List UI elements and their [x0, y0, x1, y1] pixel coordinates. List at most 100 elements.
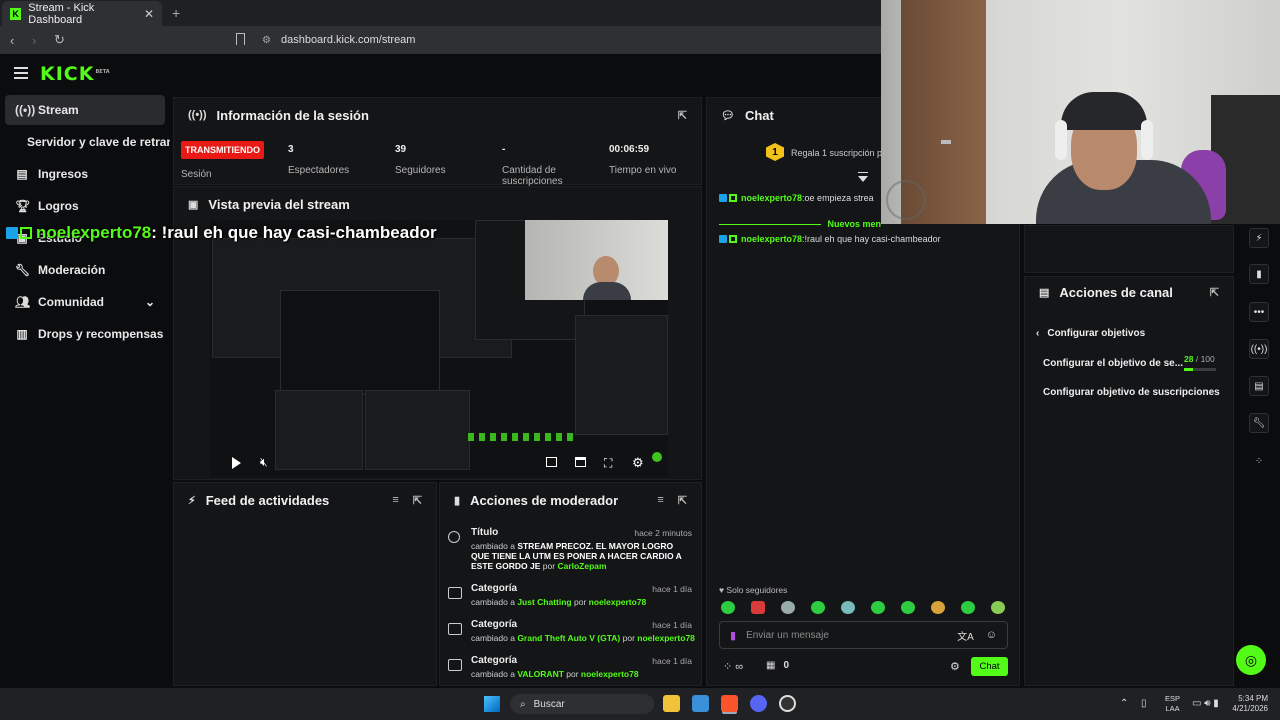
kick-logo[interactable]: KICKBETA: [40, 63, 110, 85]
shield-icon[interactable]: ▮: [1249, 264, 1269, 284]
points-counter[interactable]: ▦ 0: [766, 660, 789, 671]
preview-mini-feed: [275, 390, 363, 470]
chevron-down-icon[interactable]: [858, 176, 868, 182]
wrench-icon[interactable]: 🔧︎: [1249, 413, 1269, 433]
kick-favicon: K: [10, 7, 22, 20]
bookmark-icon[interactable]: [236, 33, 245, 45]
emote-icon[interactable]: [961, 601, 975, 614]
emote-icon[interactable]: [901, 601, 915, 614]
activity-feed-panel: ⚡︎ Feed de actividades ≡ ⇱: [173, 482, 437, 686]
badge-icon: [729, 235, 737, 243]
preview-title: Vista previa del stream: [208, 196, 350, 212]
popout-icon[interactable]: ⇱: [413, 494, 422, 507]
language-indicator[interactable]: ESP LAA: [1165, 694, 1180, 714]
sidebar-item-moderation[interactable]: 🔧︎ Moderación: [5, 255, 165, 285]
tab-close-icon[interactable]: ✕: [144, 7, 154, 21]
sidebar-item-server-key[interactable]: Servidor y clave de retransmi: [5, 127, 170, 157]
popout-icon[interactable]: ⇱: [678, 109, 687, 122]
wrench-icon: 🔧︎: [15, 263, 31, 277]
gift-sub-text[interactable]: Regala 1 suscripción pa: [791, 148, 881, 158]
browser-tab[interactable]: K Stream - Kick Dashboard ✕: [2, 1, 162, 26]
back-icon[interactable]: ‹: [10, 33, 22, 48]
obs-icon[interactable]: [779, 695, 796, 712]
chat-send-button[interactable]: Chat: [971, 657, 1008, 676]
channel-icon[interactable]: ▤: [1249, 376, 1269, 396]
users-icon: 👥︎: [15, 295, 31, 309]
discord-icon[interactable]: [750, 695, 767, 712]
goal-progress-bar: [1184, 368, 1216, 371]
followers-only-label: ♥ Solo seguidores: [719, 585, 788, 595]
translate-icon[interactable]: 文A: [957, 628, 974, 643]
emote-icon[interactable]: [781, 601, 795, 614]
stream-preview-video[interactable]: 🔇︎ ⛶ ⚙: [210, 220, 668, 477]
store-icon[interactable]: [692, 695, 709, 712]
mic-icon[interactable]: ▯: [1141, 698, 1147, 709]
gift-icon: ▥: [16, 327, 28, 341]
bolt-icon[interactable]: ⚡︎: [1249, 228, 1269, 248]
chat-message: noelexperto78: oe empieza strea: [719, 193, 884, 203]
theater-icon[interactable]: [575, 457, 586, 467]
emote-icon[interactable]: [751, 601, 765, 614]
tray-chevron-icon[interactable]: ⌃: [1120, 698, 1128, 709]
goal-follower-item[interactable]: Configurar el objetivo de se...: [1043, 358, 1183, 369]
brave-browser-icon[interactable]: [721, 695, 738, 712]
sidebar-item-community[interactable]: 👥︎ Comunidad ⌄: [5, 287, 165, 317]
preview-mini-preview: [280, 290, 440, 395]
collapse-icon[interactable]: [858, 172, 868, 173]
sidebar-item-income[interactable]: ▤ Ingresos: [5, 159, 165, 189]
right-top-panel: [1024, 225, 1234, 273]
forward-icon[interactable]: ›: [32, 33, 44, 48]
emote-icon[interactable]: [871, 601, 885, 614]
windows-start-icon[interactable]: [484, 696, 500, 712]
chevron-down-icon: ⌄: [144, 295, 155, 309]
site-info-icon[interactable]: ⚙: [262, 35, 271, 46]
emote-icon[interactable]: [721, 601, 735, 614]
broadcast-icon[interactable]: ((•)): [1249, 339, 1269, 359]
emote-icon[interactable]: [931, 601, 945, 614]
popout-icon[interactable]: ⇱: [678, 494, 687, 507]
fullscreen-icon[interactable]: ⛶: [604, 456, 612, 471]
taskbar-search[interactable]: ⌕ Buscar: [510, 694, 654, 714]
community-icon[interactable]: ⁘: [1249, 451, 1269, 471]
live-status-badge: TRANSMITIENDO: [181, 141, 264, 159]
url-field[interactable]: ⚙ dashboard.kick.com/stream: [262, 30, 415, 50]
chat-message: noelexperto78: !raul eh que hay casi-cha…: [719, 234, 941, 244]
chat-icon[interactable]: •••: [1249, 302, 1269, 322]
goal-subscription-item[interactable]: Configurar objetivo de suscripciones: [1043, 387, 1220, 398]
support-icon[interactable]: ◎: [1236, 645, 1266, 675]
play-icon[interactable]: [232, 457, 241, 469]
new-tab-button[interactable]: +: [172, 5, 180, 21]
emoji-icon[interactable]: ☺: [986, 629, 997, 641]
popout-icon[interactable]: ⇱: [1210, 286, 1219, 299]
session-label: Sesión: [181, 169, 212, 180]
network-icon[interactable]: ▭ 🔊︎ ▮: [1192, 698, 1219, 709]
sidebar-item-drops[interactable]: ▥ Drops y recompensas: [5, 319, 165, 349]
emote-icon[interactable]: [841, 601, 855, 614]
filter-icon[interactable]: ≡: [657, 494, 663, 506]
emote-icon[interactable]: [811, 601, 825, 614]
category-icon: [448, 659, 462, 671]
menu-icon[interactable]: [14, 67, 28, 79]
community-icon[interactable]: ⁘ ∞: [723, 660, 743, 673]
mute-icon[interactable]: 🔇︎: [260, 455, 268, 470]
reload-icon[interactable]: ↻: [54, 32, 66, 48]
file-explorer-icon[interactable]: [663, 695, 680, 712]
filter-icon[interactable]: ≡: [392, 494, 398, 506]
settings-icon[interactable]: ⚙: [632, 455, 644, 471]
emote-icon[interactable]: [991, 601, 1005, 614]
clock[interactable]: 5:34 PM 4/21/2026: [1228, 694, 1268, 714]
badge-icon: [719, 235, 727, 243]
pip-icon[interactable]: [546, 457, 557, 467]
sidebar-item-achievements[interactable]: 🏆︎ Logros: [5, 191, 165, 221]
mod-action-item: Título cambiado a STREAM PRECOZ. EL MAYO…: [448, 527, 696, 571]
configure-goals-back[interactable]: ‹ Configurar objetivos: [1036, 328, 1145, 339]
live-dot-icon: [652, 452, 662, 462]
sidebar-item-stream[interactable]: ((•)) Stream: [5, 95, 165, 125]
broadcast-icon: ((•)): [188, 109, 207, 121]
chat-settings-icon[interactable]: ⚙: [950, 660, 960, 673]
mic-icon[interactable]: ▮: [730, 629, 736, 642]
broadcast-icon: ((•)): [15, 103, 36, 117]
session-title: Información de la sesión: [216, 107, 369, 123]
chat-icon: 💬︎: [721, 109, 735, 122]
chat-input[interactable]: ▮ Enviar un mensaje 文A ☺: [719, 621, 1008, 649]
